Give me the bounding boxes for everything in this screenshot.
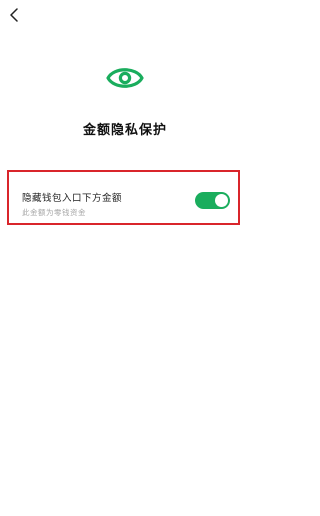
setting-description: 此金额为零钱资金 (22, 208, 86, 217)
eye-icon (106, 68, 144, 88)
chevron-left-icon (10, 8, 18, 22)
page-title: 金额隐私保护 (82, 123, 167, 138)
hide-amount-toggle[interactable] (195, 192, 230, 209)
toggle-knob (215, 194, 228, 207)
setting-title: 隐藏钱包入口下方金额 (22, 193, 123, 204)
back-button[interactable] (4, 4, 26, 26)
